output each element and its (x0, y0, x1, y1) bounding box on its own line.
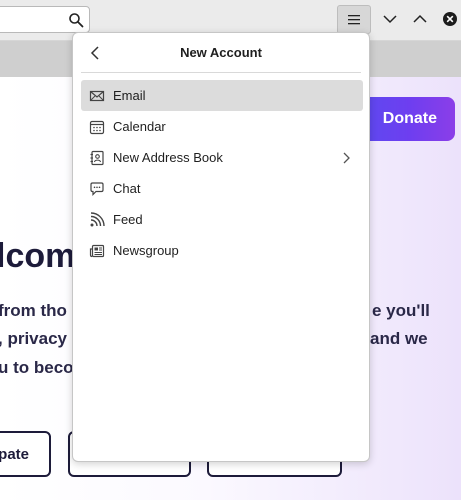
menu-item-label: Chat (113, 181, 141, 196)
menu-item-label: Feed (113, 212, 143, 227)
rss-feed-icon (90, 212, 105, 227)
menu-item-label: New Address Book (113, 150, 223, 165)
page-heading: lcom (0, 237, 76, 275)
chevron-down-icon[interactable] (382, 11, 398, 27)
chevron-right-icon (343, 152, 350, 164)
search-input[interactable] (0, 6, 90, 33)
newsgroup-icon (89, 244, 105, 258)
menu-item-newsgroup[interactable]: Newsgroup (81, 235, 363, 266)
chat-bubble-icon (90, 182, 104, 196)
paragraph-line: from tho (0, 301, 67, 320)
paragraph-line: u to beco (0, 358, 74, 377)
donate-label: Donate (382, 110, 437, 127)
separator (81, 72, 361, 73)
paragraph-line: e you'll (372, 301, 430, 320)
hamburger-menu-icon (348, 15, 360, 25)
new-account-menu: Email Calendar New Address Book Chat Fee… (81, 80, 363, 266)
menu-item-label: Newsgroup (113, 243, 179, 258)
panel-title: New Account (180, 45, 262, 60)
paragraph-line: and we (370, 329, 428, 348)
menu-item-label: Email (113, 88, 146, 103)
new-account-panel: New Account Email Calendar New Address B… (72, 32, 370, 462)
chevron-up-icon[interactable] (412, 11, 428, 27)
panel-header: New Account (73, 33, 369, 72)
calendar-icon (89, 120, 105, 135)
hamburger-menu-button[interactable] (337, 5, 371, 34)
donate-button[interactable]: Donate (355, 97, 455, 141)
paragraph-line: , privacy (0, 329, 67, 348)
menu-item-email[interactable]: Email (81, 80, 363, 111)
envelope-icon (89, 90, 105, 102)
menu-item-chat[interactable]: Chat (81, 173, 363, 204)
address-book-icon (90, 150, 104, 166)
menu-item-calendar[interactable]: Calendar (81, 111, 363, 142)
page-button[interactable]: pate (0, 431, 51, 477)
menu-item-feed[interactable]: Feed (81, 204, 363, 235)
search-icon[interactable] (68, 12, 84, 28)
close-icon[interactable] (442, 11, 458, 27)
menu-item-label: Calendar (113, 119, 166, 134)
page-button-label: pate (0, 445, 29, 463)
menu-item-new-address-book[interactable]: New Address Book (81, 142, 363, 173)
